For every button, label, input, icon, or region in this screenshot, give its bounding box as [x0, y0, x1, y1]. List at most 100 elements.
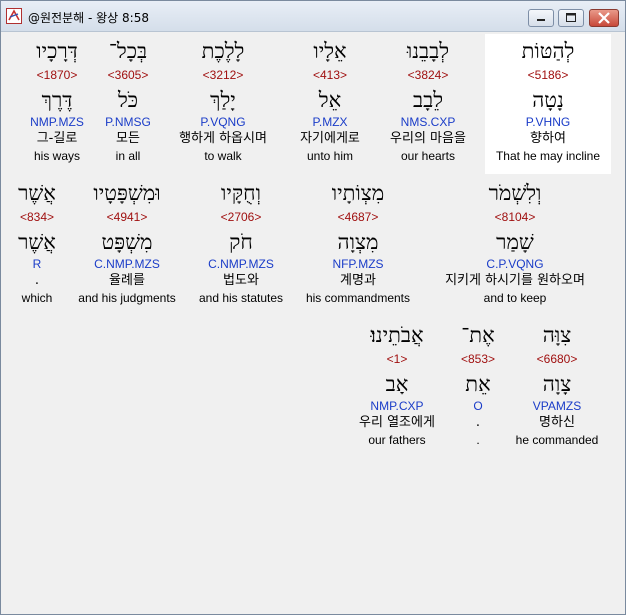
hebrew-lemma: לֵבָב: [412, 88, 444, 112]
title-bar[interactable]: @원전분해 - 왕상 8:58: [1, 1, 625, 32]
korean-gloss: 명하신: [539, 415, 575, 430]
grammar-code: P.VHNG: [525, 115, 571, 129]
korean-gloss: 계명과: [340, 273, 376, 288]
english-gloss: his commandments: [305, 291, 411, 305]
close-button[interactable]: [589, 9, 619, 27]
korean-gloss: 우리 열조에게: [359, 415, 435, 430]
strong-number: <1870>: [36, 68, 78, 82]
hebrew-word: מִצְוֹתָיו: [331, 181, 385, 205]
word-cell[interactable]: בְּכָל־ <3605> כֹּל P.NMSG 모든 in all: [95, 38, 161, 164]
grammar-code: VPAMZS: [532, 399, 582, 413]
word-cell[interactable]: אֶת־ <853> אֵת O . .: [447, 322, 509, 448]
hebrew-word: לָלֶכֶת: [201, 39, 245, 63]
hebrew-word: צִוָּה: [542, 323, 572, 347]
korean-gloss: .: [34, 273, 40, 288]
hebrew-word: לְהַטּוֹת: [521, 39, 575, 63]
hebrew-lemma: צָוָה: [542, 372, 572, 396]
interlinear-view: לְהַטּוֹת <5186> נָטָה P.VHNG 향하여 That h…: [1, 32, 625, 614]
word-cell[interactable]: לְהַטּוֹת <5186> נָטָה P.VHNG 향하여 That h…: [487, 38, 609, 164]
minimize-button[interactable]: [528, 9, 554, 27]
hebrew-word: אֵלָיו: [313, 39, 347, 63]
hebrew-word: אֲבֹתֵינוּ׃: [370, 323, 424, 347]
korean-gloss: 자기에게로: [300, 131, 360, 146]
hebrew-lemma: כֹּל: [117, 88, 139, 112]
korean-gloss: .: [475, 415, 481, 430]
hebrew-word: דְּרָכָיו: [36, 39, 78, 63]
app-window: @원전분해 - 왕상 8:58 לְהַטּוֹת <5186> נָטָה P…: [0, 0, 626, 615]
hebrew-word: וְלִשְׁמֹר: [488, 181, 542, 205]
english-gloss: his ways: [33, 149, 80, 163]
korean-gloss: 행하게 하옵시며: [179, 131, 267, 146]
word-cell[interactable]: לְבָבֵנוּ <3824> לֵבָב NMS.CXP 우리의 마음을 o…: [372, 38, 484, 164]
maximize-icon: [566, 13, 576, 22]
strong-number: <1>: [386, 352, 408, 366]
maximize-button[interactable]: [558, 9, 584, 27]
window-title: @원전분해 - 왕상 8:58: [28, 11, 149, 25]
strong-number: <834>: [19, 210, 55, 224]
hebrew-lemma: אֲשֶׁר: [18, 230, 56, 254]
korean-gloss: 향하여: [530, 131, 566, 146]
hebrew-word: אֲשֶׁר: [18, 181, 56, 205]
word-cell[interactable]: וְחֻקָּיו <2706> חֹק C.NMP.MZS 법도와 and h…: [189, 180, 293, 306]
close-icon: [598, 12, 610, 24]
word-cell[interactable]: אֵלָיו <413> אֵל P.MZX 자기에게로 unto him: [285, 38, 375, 164]
word-cell[interactable]: וְלִשְׁמֹר <8104> שָׁמַר C.P.VQNG 지키게 하시…: [423, 180, 607, 306]
word-cell[interactable]: לָלֶכֶת <3212> יָלַךְ P.VQNG 행하게 하옵시며 to…: [167, 38, 279, 164]
korean-gloss: 모든: [116, 131, 140, 146]
word-cell[interactable]: וּמִשְׁפָּטָיו <4941> מִשְׁפָּט C.NMP.MZ…: [69, 180, 185, 306]
english-gloss: That he may incline: [495, 149, 601, 163]
hebrew-lemma: אֵל: [318, 88, 342, 112]
strong-number: <2706>: [220, 210, 262, 224]
english-gloss: our hearts: [400, 149, 456, 163]
minimize-icon: [537, 19, 545, 21]
hebrew-word: לְבָבֵנוּ: [406, 39, 450, 63]
grammar-code: NMP.MZS: [30, 115, 84, 129]
korean-gloss: 그-길로: [36, 131, 78, 146]
hebrew-lemma: שָׁמַר: [496, 230, 534, 254]
strong-number: <853>: [460, 352, 496, 366]
strong-number: <8104>: [494, 210, 536, 224]
hebrew-lemma: אָב: [385, 372, 409, 396]
strong-number: <413>: [312, 68, 348, 82]
hebrew-word: אֶת־: [461, 323, 495, 347]
grammar-code: C.P.VQNG: [486, 257, 544, 271]
grammar-code: C.NMP.MZS: [208, 257, 274, 271]
strong-number: <4687>: [337, 210, 379, 224]
english-gloss: unto him: [306, 149, 354, 163]
grammar-code: R: [32, 257, 42, 271]
english-gloss: .: [476, 433, 480, 447]
grammar-code: C.NMP.MZS: [94, 257, 160, 271]
english-gloss: and his statutes: [198, 291, 284, 305]
korean-gloss: 율례를: [109, 273, 145, 288]
grammar-code: P.VQNG: [200, 115, 246, 129]
hebrew-lemma: מִצְוָה: [337, 230, 379, 254]
hebrew-lemma: חֹק: [229, 230, 253, 254]
grammar-code: NMS.CXP: [400, 115, 456, 129]
strong-number: <3605>: [107, 68, 149, 82]
word-cell[interactable]: דְּרָכָיו <1870> דֶּרֶךְ NMP.MZS 그-길로 hi…: [21, 38, 93, 164]
strong-number: <3212>: [202, 68, 244, 82]
grammar-code: NMP.CXP: [370, 399, 424, 413]
word-cell[interactable]: אֲבֹתֵינוּ׃ <1> אָב NMP.CXP 우리 열조에게 our …: [343, 322, 451, 448]
strong-number: <4941>: [106, 210, 148, 224]
english-gloss: in all: [115, 149, 141, 163]
korean-gloss: 우리의 마음을: [390, 131, 466, 146]
app-icon: [6, 8, 22, 24]
english-gloss: our fathers: [368, 433, 426, 447]
word-cell[interactable]: צִוָּה <6680> צָוָה VPAMZS 명하신 he comman…: [507, 322, 607, 448]
word-cell[interactable]: מִצְוֹתָיו <4687> מִצְוָה NFP.MZS 계명과 hi…: [298, 180, 418, 306]
hebrew-lemma: אֵת: [465, 372, 491, 396]
hebrew-word: וּמִשְׁפָּטָיו: [93, 181, 161, 205]
grammar-code: NFP.MZS: [332, 257, 384, 271]
strong-number: <6680>: [536, 352, 578, 366]
word-cell[interactable]: אֲשֶׁר <834> אֲשֶׁר R . which: [11, 180, 63, 306]
hebrew-word: בְּכָל־: [108, 39, 148, 63]
english-gloss: and to keep: [483, 291, 547, 305]
korean-gloss: 법도와: [223, 273, 259, 288]
hebrew-word: וְחֻקָּיו: [221, 181, 261, 205]
english-gloss: to walk: [204, 149, 242, 163]
english-gloss: which: [21, 291, 53, 305]
strong-number: <5186>: [527, 68, 569, 82]
hebrew-lemma: יָלַךְ: [210, 88, 236, 112]
hebrew-lemma: דֶּרֶךְ: [41, 88, 73, 112]
